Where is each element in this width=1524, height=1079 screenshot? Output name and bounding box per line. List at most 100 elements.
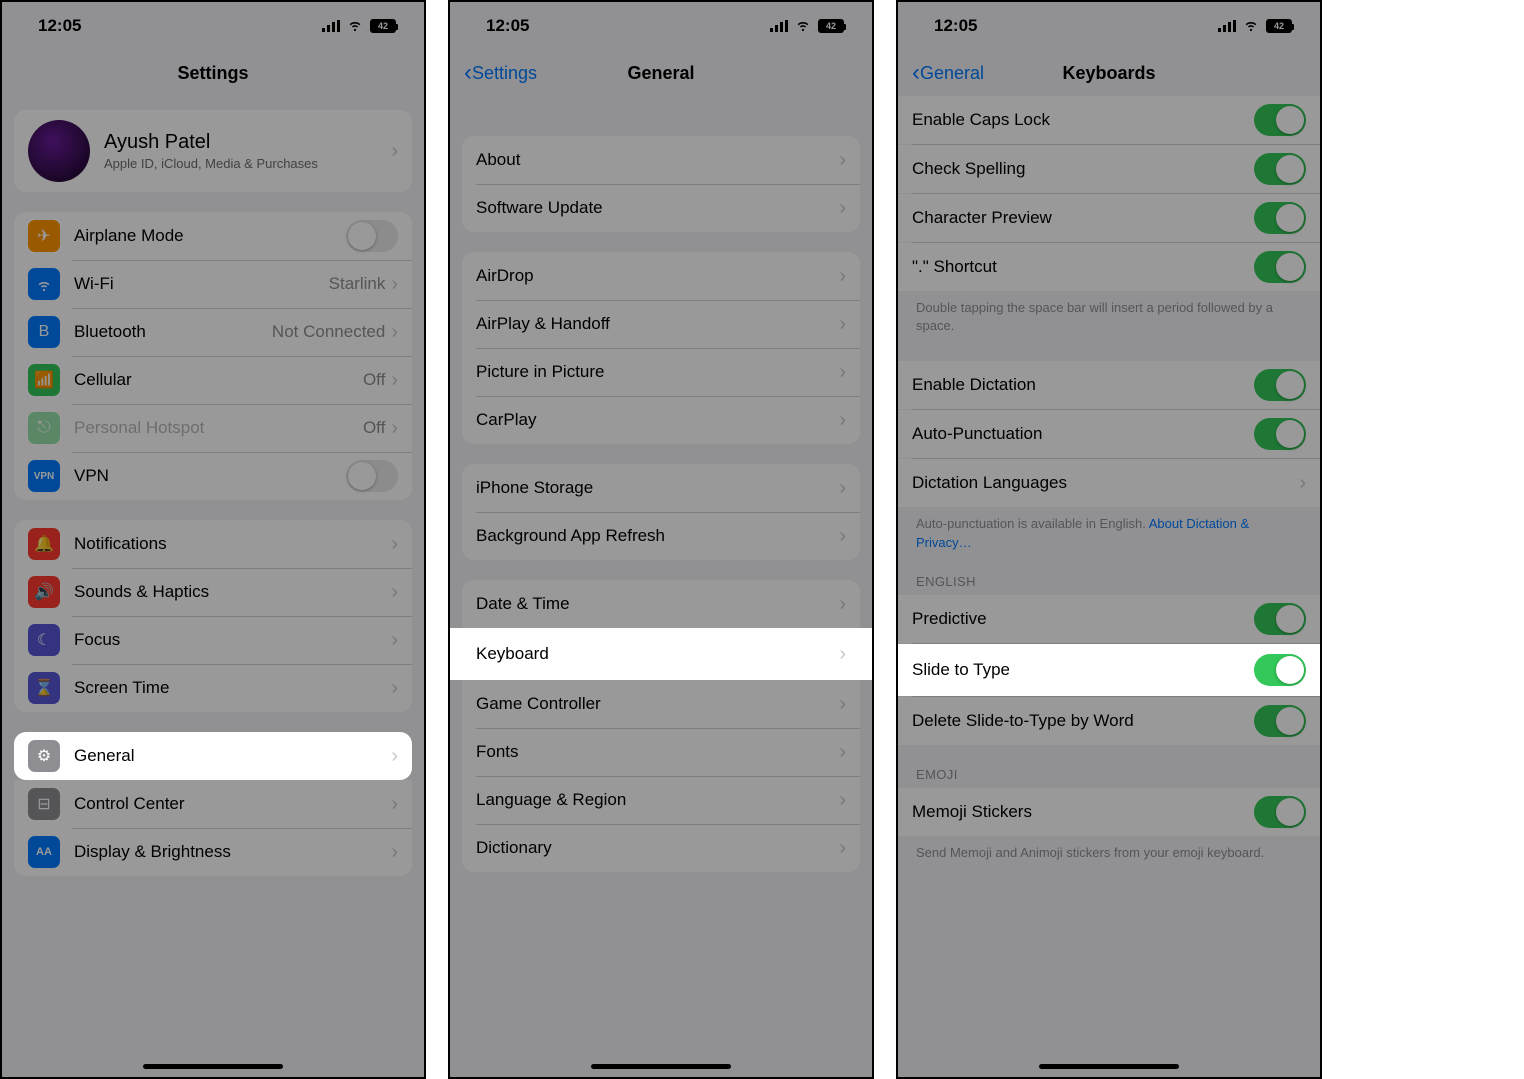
chevron-right-icon: ›	[391, 417, 398, 440]
memoji-stickers-toggle[interactable]	[1254, 796, 1306, 828]
row-label: Notifications	[74, 534, 391, 554]
row-keyboard[interactable]: Keyboard ›	[450, 628, 872, 680]
hotspot-icon: ⎋	[28, 412, 60, 444]
row-cellular[interactable]: 📶 Cellular Off ›	[14, 356, 412, 404]
row-slide-to-type[interactable]: Slide to Type	[898, 644, 1320, 696]
back-label: General	[920, 63, 984, 84]
screen-keyboards: 12:05 42 ‹ General Keyboards Enable Caps…	[896, 0, 1322, 1079]
enable-dictation-toggle[interactable]	[1254, 369, 1306, 401]
row-personal-hotspot[interactable]: ⎋ Personal Hotspot Off ›	[14, 404, 412, 452]
row-predictive[interactable]: Predictive	[898, 595, 1320, 643]
row-character-preview[interactable]: Character Preview	[898, 194, 1320, 242]
row-iphone-storage[interactable]: iPhone Storage ›	[462, 464, 860, 512]
row-label: Memoji Stickers	[912, 802, 1254, 822]
back-button[interactable]: ‹ Settings	[464, 61, 537, 85]
chevron-right-icon: ›	[839, 837, 846, 860]
airplane-icon: ✈	[28, 220, 60, 252]
row-label: Personal Hotspot	[74, 418, 363, 438]
row-label: Picture in Picture	[476, 362, 839, 382]
status-time: 12:05	[934, 16, 977, 36]
screen-general: 12:05 42 ‹ Settings General About › Soft…	[448, 0, 874, 1079]
chevron-right-icon: ›	[839, 593, 846, 616]
auto-punctuation-toggle[interactable]	[1254, 418, 1306, 450]
row-screen-time[interactable]: ⌛ Screen Time ›	[14, 664, 412, 712]
chevron-right-icon: ›	[391, 369, 398, 392]
vpn-icon: VPN	[28, 460, 60, 492]
row-vpn[interactable]: VPN VPN	[14, 452, 412, 500]
row-background-app-refresh[interactable]: Background App Refresh ›	[462, 512, 860, 560]
row-airdrop[interactable]: AirDrop ›	[462, 252, 860, 300]
row-date-time[interactable]: Date & Time ›	[462, 580, 860, 628]
row-label: Sounds & Haptics	[74, 582, 391, 602]
delete-slide-toggle[interactable]	[1254, 705, 1306, 737]
row-label: Focus	[74, 630, 391, 650]
airplane-toggle[interactable]	[346, 220, 398, 252]
chevron-right-icon: ›	[391, 581, 398, 604]
chevron-right-icon: ›	[391, 140, 398, 163]
row-language-region[interactable]: Language & Region ›	[462, 776, 860, 824]
check-spelling-toggle[interactable]	[1254, 153, 1306, 185]
row-control-center[interactable]: ⊟ Control Center ›	[14, 780, 412, 828]
screen-settings: 12:05 42 Settings Ayush Patel Apple ID, …	[0, 0, 426, 1079]
back-button[interactable]: ‹ General	[912, 61, 984, 85]
hint-text: Auto-punctuation is available in English…	[916, 516, 1149, 531]
row-memoji-stickers[interactable]: Memoji Stickers	[898, 788, 1320, 836]
row-airplay-handoff[interactable]: AirPlay & Handoff ›	[462, 300, 860, 348]
row-period-shortcut[interactable]: "." Shortcut	[898, 243, 1320, 291]
row-dictation-languages[interactable]: Dictation Languages ›	[898, 459, 1320, 507]
predictive-toggle[interactable]	[1254, 603, 1306, 635]
apple-id-card[interactable]: Ayush Patel Apple ID, iCloud, Media & Pu…	[14, 110, 412, 192]
control-center-icon: ⊟	[28, 788, 60, 820]
row-notifications[interactable]: 🔔 Notifications ›	[14, 520, 412, 568]
row-picture-in-picture[interactable]: Picture in Picture ›	[462, 348, 860, 396]
row-carplay[interactable]: CarPlay ›	[462, 396, 860, 444]
chevron-right-icon: ›	[839, 741, 846, 764]
row-focus[interactable]: ☾ Focus ›	[14, 616, 412, 664]
row-value: Off	[363, 418, 385, 438]
row-label: Cellular	[74, 370, 363, 390]
chevron-right-icon: ›	[839, 525, 846, 548]
row-game-controller[interactable]: Game Controller ›	[462, 680, 860, 728]
row-check-spelling[interactable]: Check Spelling	[898, 145, 1320, 193]
row-label: Date & Time	[476, 594, 839, 614]
row-label: Background App Refresh	[476, 526, 839, 546]
row-about[interactable]: About ›	[462, 136, 860, 184]
chevron-right-icon: ›	[391, 841, 398, 864]
row-bluetooth[interactable]: B Bluetooth Not Connected ›	[14, 308, 412, 356]
row-wifi[interactable]: Wi-Fi Starlink ›	[14, 260, 412, 308]
chevron-right-icon: ›	[839, 361, 846, 384]
vpn-toggle[interactable]	[346, 460, 398, 492]
row-value: Not Connected	[272, 322, 385, 342]
row-sounds-haptics[interactable]: 🔊 Sounds & Haptics ›	[14, 568, 412, 616]
section-emoji: EMOJI	[898, 745, 1320, 788]
row-general[interactable]: ⚙ General ›	[14, 732, 412, 780]
memoji-hint: Send Memoji and Animoji stickers from yo…	[898, 836, 1320, 862]
character-preview-toggle[interactable]	[1254, 202, 1306, 234]
battery-icon: 42	[1266, 19, 1292, 33]
row-label: Display & Brightness	[74, 842, 391, 862]
caps-lock-toggle[interactable]	[1254, 104, 1306, 136]
chevron-right-icon: ›	[391, 745, 398, 768]
row-auto-punctuation[interactable]: Auto-Punctuation	[898, 410, 1320, 458]
chevron-right-icon: ›	[839, 789, 846, 812]
period-shortcut-toggle[interactable]	[1254, 251, 1306, 283]
row-airplane-mode[interactable]: ✈ Airplane Mode	[14, 212, 412, 260]
chevron-left-icon: ‹	[912, 61, 920, 85]
row-label: Fonts	[476, 742, 839, 762]
profile-name: Ayush Patel	[104, 131, 391, 154]
row-delete-slide-by-word[interactable]: Delete Slide-to-Type by Word	[898, 697, 1320, 745]
row-enable-dictation[interactable]: Enable Dictation	[898, 361, 1320, 409]
avatar	[28, 120, 90, 182]
row-label: Enable Dictation	[912, 375, 1254, 395]
chevron-right-icon: ›	[391, 793, 398, 816]
row-fonts[interactable]: Fonts ›	[462, 728, 860, 776]
slide-to-type-toggle[interactable]	[1254, 654, 1306, 686]
row-enable-caps-lock[interactable]: Enable Caps Lock	[898, 96, 1320, 144]
row-dictionary[interactable]: Dictionary ›	[462, 824, 860, 872]
wifi-icon	[1242, 15, 1260, 38]
chevron-right-icon: ›	[391, 321, 398, 344]
row-display-brightness[interactable]: AA Display & Brightness ›	[14, 828, 412, 876]
row-software-update[interactable]: Software Update ›	[462, 184, 860, 232]
home-indicator	[143, 1064, 283, 1069]
nav-header: ‹ General Keyboards	[898, 50, 1320, 96]
